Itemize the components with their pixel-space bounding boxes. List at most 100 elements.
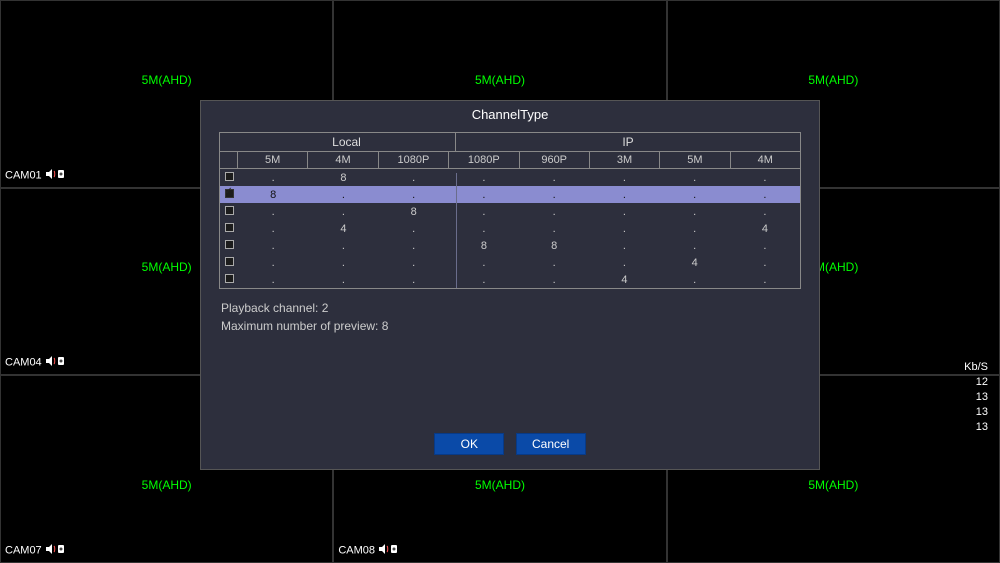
table-cell: .: [589, 172, 659, 184]
bitrate-value: 13: [964, 420, 988, 435]
table-cell: .: [449, 189, 519, 201]
row-checkbox[interactable]: [220, 274, 238, 286]
channel-type-dialog: ChannelType Local IP 5M 4M 1080P 1080P 9…: [200, 100, 820, 470]
table-cell: 8: [379, 206, 449, 218]
table-cell: .: [730, 189, 800, 201]
checkbox-icon[interactable]: [225, 189, 234, 198]
resolution-label: 5M(AHD): [142, 260, 192, 274]
resolution-label: 5M(AHD): [808, 478, 858, 492]
table-cell: .: [730, 274, 800, 286]
resolution-label: 5M(AHD): [808, 73, 858, 87]
col-960p: 960P: [520, 152, 590, 168]
speaker-icon: [45, 169, 65, 182]
table-cell: .: [660, 206, 730, 218]
col-1080p-ip: 1080P: [449, 152, 519, 168]
table-cell: .: [238, 223, 308, 235]
table-cell: .: [379, 189, 449, 201]
table-row[interactable]: ...88...: [220, 237, 800, 254]
checkbox-icon[interactable]: [225, 274, 234, 283]
row-checkbox[interactable]: [220, 172, 238, 184]
table-row[interactable]: .4.....4: [220, 220, 800, 237]
table-row[interactable]: ..8.....: [220, 203, 800, 220]
col-3m: 3M: [590, 152, 660, 168]
checkbox-icon[interactable]: [225, 257, 234, 266]
dialog-info: Playback channel: 2 Maximum number of pr…: [221, 299, 799, 335]
table-cell: 4: [730, 223, 800, 235]
table-cell: .: [519, 189, 589, 201]
table-cell: .: [308, 189, 378, 201]
table-cell: .: [308, 206, 378, 218]
table-cell: .: [589, 206, 659, 218]
row-checkbox[interactable]: [220, 206, 238, 218]
table-cell: .: [449, 274, 519, 286]
table-cell: .: [519, 257, 589, 269]
table-cell: .: [519, 223, 589, 235]
table-cell: .: [379, 257, 449, 269]
col-4m-ip: 4M: [731, 152, 800, 168]
table-cell: .: [730, 206, 800, 218]
table-row[interactable]: 8.......: [220, 186, 800, 203]
bitrate-value: 13: [964, 390, 988, 405]
speaker-icon: [45, 356, 65, 369]
checkbox-icon[interactable]: [225, 240, 234, 249]
table-row[interactable]: ......4.: [220, 254, 800, 271]
table-cell: .: [660, 189, 730, 201]
table-cell: .: [660, 223, 730, 235]
table-cell: .: [308, 240, 378, 252]
table-cell: .: [449, 257, 519, 269]
resolution-label: 5M(AHD): [475, 73, 525, 87]
bitrate-value: 12: [964, 375, 988, 390]
checkbox-icon[interactable]: [225, 172, 234, 181]
table-cell: .: [589, 240, 659, 252]
table-row[interactable]: .....4..: [220, 271, 800, 288]
table-cell: .: [308, 274, 378, 286]
camera-label: CAM08: [338, 544, 398, 557]
dialog-title: ChannelType: [201, 101, 819, 132]
row-checkbox[interactable]: [220, 257, 238, 269]
table-cell: .: [238, 206, 308, 218]
table-cell: .: [589, 257, 659, 269]
col-4m: 4M: [308, 152, 378, 168]
table-cell: .: [589, 223, 659, 235]
table-cell: 4: [308, 223, 378, 235]
row-checkbox[interactable]: [220, 223, 238, 235]
table-cell: .: [589, 189, 659, 201]
table-cell: .: [449, 172, 519, 184]
camera-label: CAM07: [5, 544, 65, 557]
resolution-label: 5M(AHD): [142, 478, 192, 492]
bitrate-panel: Kb/S 12 13 13 13: [964, 360, 988, 435]
dialog-buttons: OK Cancel: [201, 433, 819, 469]
table-cell: 8: [519, 240, 589, 252]
row-checkbox[interactable]: [220, 240, 238, 252]
table-row[interactable]: .8......: [220, 169, 800, 186]
channel-type-table: Local IP 5M 4M 1080P 1080P 960P 3M 5M 4M…: [219, 132, 801, 289]
table-cell: .: [238, 240, 308, 252]
bitrate-title: Kb/S: [964, 360, 988, 375]
table-cell: .: [379, 172, 449, 184]
col-5m-ip: 5M: [660, 152, 730, 168]
col-1080p: 1080P: [379, 152, 449, 168]
table-cell: 8: [308, 172, 378, 184]
cancel-button[interactable]: Cancel: [516, 433, 586, 455]
table-cell: 8: [238, 189, 308, 201]
table-cell: .: [660, 240, 730, 252]
table-cell: .: [238, 172, 308, 184]
group-local: Local: [238, 133, 456, 151]
checkbox-icon[interactable]: [225, 223, 234, 232]
table-cell: .: [379, 240, 449, 252]
col-5m: 5M: [238, 152, 308, 168]
table-cell: .: [730, 257, 800, 269]
resolution-label: 5M(AHD): [142, 73, 192, 87]
table-cell: .: [730, 172, 800, 184]
table-cell: .: [519, 274, 589, 286]
ok-button[interactable]: OK: [434, 433, 504, 455]
table-cell: .: [238, 274, 308, 286]
table-cell: 8: [449, 240, 519, 252]
table-cell: 4: [589, 274, 659, 286]
camera-label: CAM04: [5, 356, 65, 369]
row-checkbox[interactable]: [220, 189, 238, 201]
table-cell: .: [449, 206, 519, 218]
table-cell: 4: [660, 257, 730, 269]
checkbox-icon[interactable]: [225, 206, 234, 215]
speaker-icon: [45, 544, 65, 557]
